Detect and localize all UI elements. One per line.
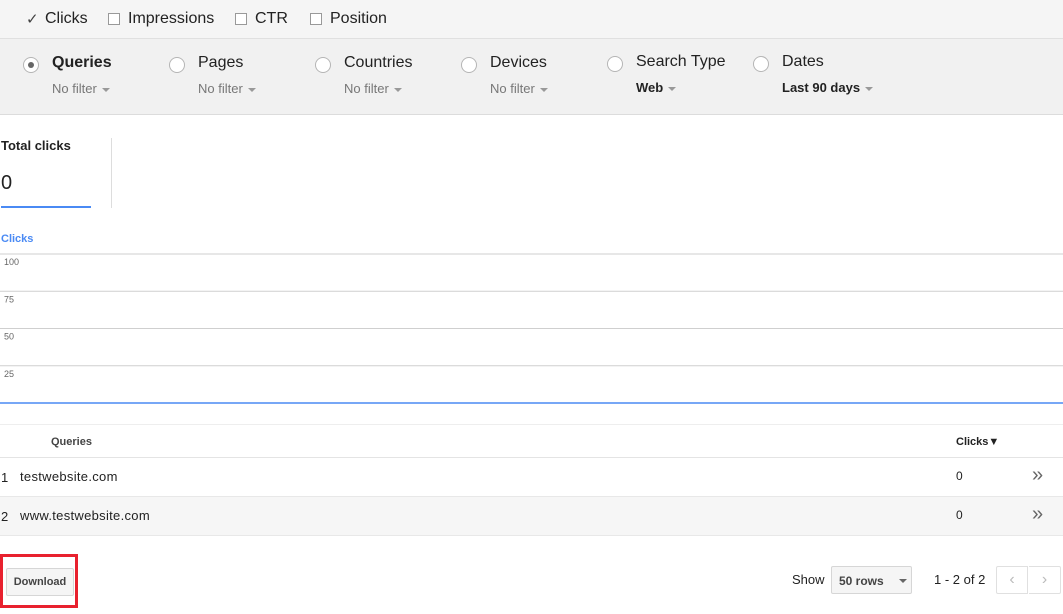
metric-ctr[interactable]: CTR xyxy=(235,9,288,29)
caret-down-icon xyxy=(539,87,548,92)
checkbox-icon xyxy=(108,13,120,25)
column-header-queries: Queries xyxy=(51,436,92,448)
radio-icon[interactable] xyxy=(169,57,185,73)
radio-icon[interactable] xyxy=(315,57,331,73)
filter-bar: Queries No filter Pages No filter Countr… xyxy=(0,38,1063,115)
rows-per-page-value: 50 rows xyxy=(839,574,884,588)
filter-label: Countries xyxy=(344,54,413,71)
filter-sub-label: Web xyxy=(636,80,664,95)
column-header-clicks[interactable]: Clicks▼ xyxy=(956,436,999,448)
caret-down-icon xyxy=(865,86,874,91)
filter-dropdown[interactable]: Web xyxy=(636,80,677,95)
filter-label: Pages xyxy=(198,54,244,71)
download-highlight: Download xyxy=(0,554,78,608)
filter-sub-label: No filter xyxy=(52,81,97,96)
metric-position[interactable]: Position xyxy=(310,9,387,29)
rows-per-page-select[interactable]: 50 rows xyxy=(831,566,912,594)
checkbox-icon xyxy=(235,13,247,25)
row-number: 2 xyxy=(1,509,9,524)
caret-down-icon xyxy=(899,579,907,583)
radio-icon[interactable] xyxy=(607,56,623,72)
caret-down-icon xyxy=(393,87,402,92)
filter-dropdown[interactable]: Last 90 days xyxy=(782,80,874,95)
metric-label: Position xyxy=(330,10,387,27)
y-tick-label: 25 xyxy=(4,369,14,379)
radio-icon[interactable] xyxy=(753,56,769,72)
table-header: Queries Clicks▼ xyxy=(0,424,1063,458)
total-clicks-indicator xyxy=(1,206,91,208)
double-chevron-right-icon[interactable]: » xyxy=(1032,465,1043,485)
filter-label: Dates xyxy=(782,53,824,70)
row-query: www.testwebsite.com xyxy=(20,508,150,523)
metrics-bar: ✓ Clicks Impressions CTR Position xyxy=(0,0,1063,38)
filter-label: Queries xyxy=(52,54,112,71)
filter-sub-label: No filter xyxy=(490,81,535,96)
row-clicks: 0 xyxy=(956,508,963,522)
filter-dropdown[interactable]: No filter xyxy=(490,81,548,96)
pagination-info: 1 - 2 of 2 xyxy=(934,572,986,587)
filter-label: Devices xyxy=(490,54,547,71)
filter-sub-label: No filter xyxy=(198,81,243,96)
chart-svg: 100 75 50 25 xyxy=(0,253,1063,404)
chart-series-label: Clicks xyxy=(1,233,34,245)
filter-sub-label: Last 90 days xyxy=(782,80,861,95)
row-number: 1 xyxy=(1,470,9,485)
download-button[interactable]: Download xyxy=(6,568,74,596)
radio-icon[interactable] xyxy=(461,57,477,73)
table-row[interactable]: 1 testwebsite.com 0 » xyxy=(0,458,1063,497)
metric-label: Clicks xyxy=(45,10,88,27)
double-chevron-right-icon[interactable]: » xyxy=(1032,504,1043,524)
row-query: testwebsite.com xyxy=(20,469,118,484)
total-clicks-label: Total clicks xyxy=(1,138,71,153)
filter-dropdown[interactable]: No filter xyxy=(344,81,402,96)
table-row[interactable]: 2 www.testwebsite.com 0 » xyxy=(0,497,1063,536)
clicks-chart: 100 75 50 25 xyxy=(0,248,1063,408)
divider xyxy=(111,138,112,208)
total-clicks-value: 0 xyxy=(1,172,13,194)
filter-label: Search Type xyxy=(636,53,726,70)
caret-down-icon xyxy=(247,87,256,92)
next-page-button[interactable]: › xyxy=(1029,566,1061,594)
caret-down-icon xyxy=(668,86,677,91)
radio-selected-icon[interactable] xyxy=(23,57,39,73)
prev-page-button[interactable]: ‹ xyxy=(996,566,1028,594)
filter-sub-label: No filter xyxy=(344,81,389,96)
show-label: Show xyxy=(792,572,825,587)
y-tick-label: 75 xyxy=(4,294,14,304)
metric-impressions[interactable]: Impressions xyxy=(108,9,214,29)
row-clicks: 0 xyxy=(956,469,963,483)
metric-label: Impressions xyxy=(128,10,215,27)
y-tick-label: 100 xyxy=(4,257,19,267)
filter-dropdown[interactable]: No filter xyxy=(198,81,256,96)
filter-dropdown[interactable]: No filter xyxy=(52,81,110,96)
caret-down-icon xyxy=(101,87,110,92)
checkbox-icon xyxy=(310,13,322,25)
metric-label: CTR xyxy=(255,10,288,27)
y-tick-label: 50 xyxy=(4,332,14,342)
metric-clicks[interactable]: ✓ Clicks xyxy=(26,9,88,29)
checkmark-icon: ✓ xyxy=(26,10,39,28)
